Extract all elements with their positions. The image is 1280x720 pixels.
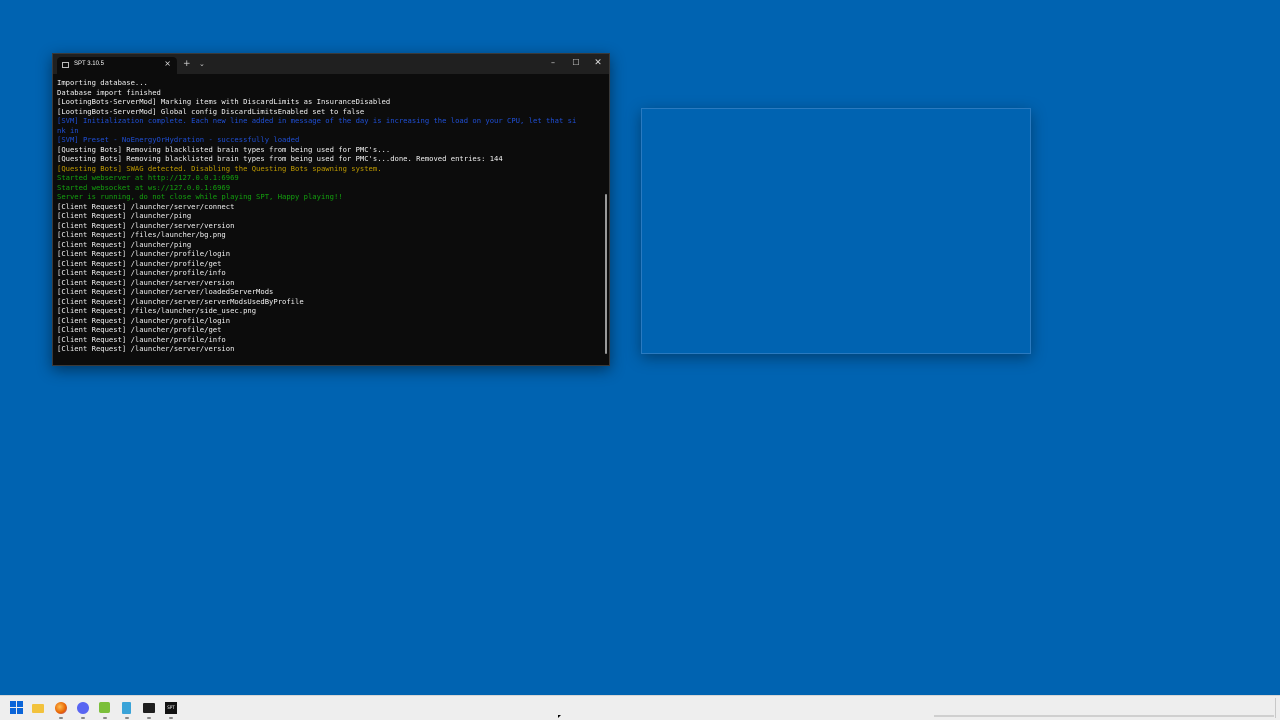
console-line: [Client Request] /launcher/server/server…	[57, 296, 304, 306]
terminal-icon[interactable]	[142, 701, 156, 719]
green-app-icon[interactable]	[98, 701, 112, 719]
tab-title: SPT 3.10.5	[74, 61, 104, 67]
console-line: nk in	[57, 125, 79, 135]
close-button[interactable]: ✕	[588, 56, 608, 70]
console-line: Importing database...	[57, 78, 148, 87]
minimize-button[interactable]: –	[543, 56, 563, 70]
taskbar: SPT	[0, 695, 1280, 720]
terminal-tab-icon	[62, 62, 69, 68]
maximize-button[interactable]: ☐	[566, 56, 586, 70]
console-line: [Client Request] /launcher/server/versio…	[57, 220, 235, 230]
console-line: Server is running, do not close while pl…	[57, 192, 343, 201]
console-line: [SVM] Preset - NoEnergyOrHydration - suc…	[57, 135, 300, 144]
spt-icon[interactable]: SPT	[164, 701, 178, 719]
console-line: [Questing Bots] SWAG detected. Disabling…	[57, 163, 382, 173]
console-line: [Client Request] /files/launcher/side_us…	[57, 306, 257, 315]
taskbar-tray-bar	[934, 715, 1274, 717]
console-line: [SVM] Initialization complete. Each new …	[57, 116, 577, 125]
mouse-cursor-icon	[558, 715, 561, 718]
console-line: [Client Request] /launcher/profile/login	[57, 315, 231, 325]
tab-close-icon[interactable]: ×	[164, 59, 171, 69]
console-line: [Client Request] /launcher/server/versio…	[57, 344, 235, 353]
terminal-titlebar[interactable]: SPT 3.10.5 × + ⌄ – ☐ ✕	[53, 54, 609, 74]
console-line: [Client Request] /files/launcher/bg.png	[57, 230, 226, 239]
console-line: [Client Request] /launcher/server/versio…	[57, 277, 235, 287]
show-desktop-button[interactable]	[1275, 698, 1276, 718]
console-line: Database import finished	[57, 87, 161, 97]
console-output[interactable]: Importing database... Database import fin…	[57, 78, 601, 361]
console-line: Started webserver at http://127.0.0.1:69…	[57, 173, 239, 182]
terminal-window[interactable]: SPT 3.10.5 × + ⌄ – ☐ ✕ Importing databas…	[52, 53, 610, 366]
blank-window[interactable]	[641, 108, 1031, 354]
chevron-down-icon[interactable]: ⌄	[199, 58, 205, 70]
console-scrollbar[interactable]	[605, 194, 607, 354]
firefox-icon[interactable]	[54, 701, 68, 719]
discord-icon[interactable]	[76, 701, 90, 719]
spt-icon-label: SPT	[165, 702, 177, 714]
start-icon[interactable]	[10, 701, 24, 715]
console-line: [Client Request] /launcher/ping	[57, 211, 192, 220]
notepad-icon[interactable]	[120, 701, 134, 719]
console-line: [Client Request] /launcher/profile/info	[57, 268, 226, 277]
console-line: [Client Request] /launcher/server/connec…	[57, 201, 235, 211]
console-line: [Client Request] /launcher/profile/get	[57, 258, 222, 268]
file-explorer-icon[interactable]	[32, 701, 46, 715]
console-line: [Client Request] /launcher/profile/login	[57, 249, 231, 258]
console-line: [Client Request] /launcher/server/loaded…	[57, 287, 274, 296]
console-line: [LootingBots-ServerMod] Global config Di…	[57, 106, 365, 116]
console-line: [Client Request] /launcher/ping	[57, 239, 192, 249]
console-line: Started websocket at ws://127.0.0.1:6969	[57, 182, 231, 192]
new-tab-button[interactable]: +	[183, 58, 191, 70]
console-line: [Questing Bots] Removing blacklisted bra…	[57, 144, 391, 154]
console-line: [Questing Bots] Removing blacklisted bra…	[57, 154, 503, 163]
tab-spt[interactable]: SPT 3.10.5 ×	[57, 57, 177, 74]
console-line: [LootingBots-ServerMod] Marking items wi…	[57, 97, 391, 106]
console-line: [Client Request] /launcher/profile/info	[57, 334, 226, 344]
console-line: [Client Request] /launcher/profile/get	[57, 325, 222, 334]
